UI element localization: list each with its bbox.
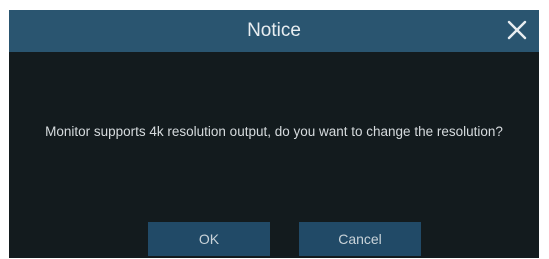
ok-button[interactable]: OK	[148, 222, 270, 256]
notice-dialog: Notice Monitor supports 4k resolution ou…	[9, 10, 539, 258]
dialog-title: Notice	[247, 20, 301, 41]
close-icon	[507, 20, 527, 40]
dialog-message: Monitor supports 4k resolution output, d…	[45, 124, 503, 139]
dialog-titlebar: Notice	[9, 10, 539, 52]
close-button[interactable]	[497, 11, 537, 51]
cancel-button[interactable]: Cancel	[299, 222, 421, 256]
